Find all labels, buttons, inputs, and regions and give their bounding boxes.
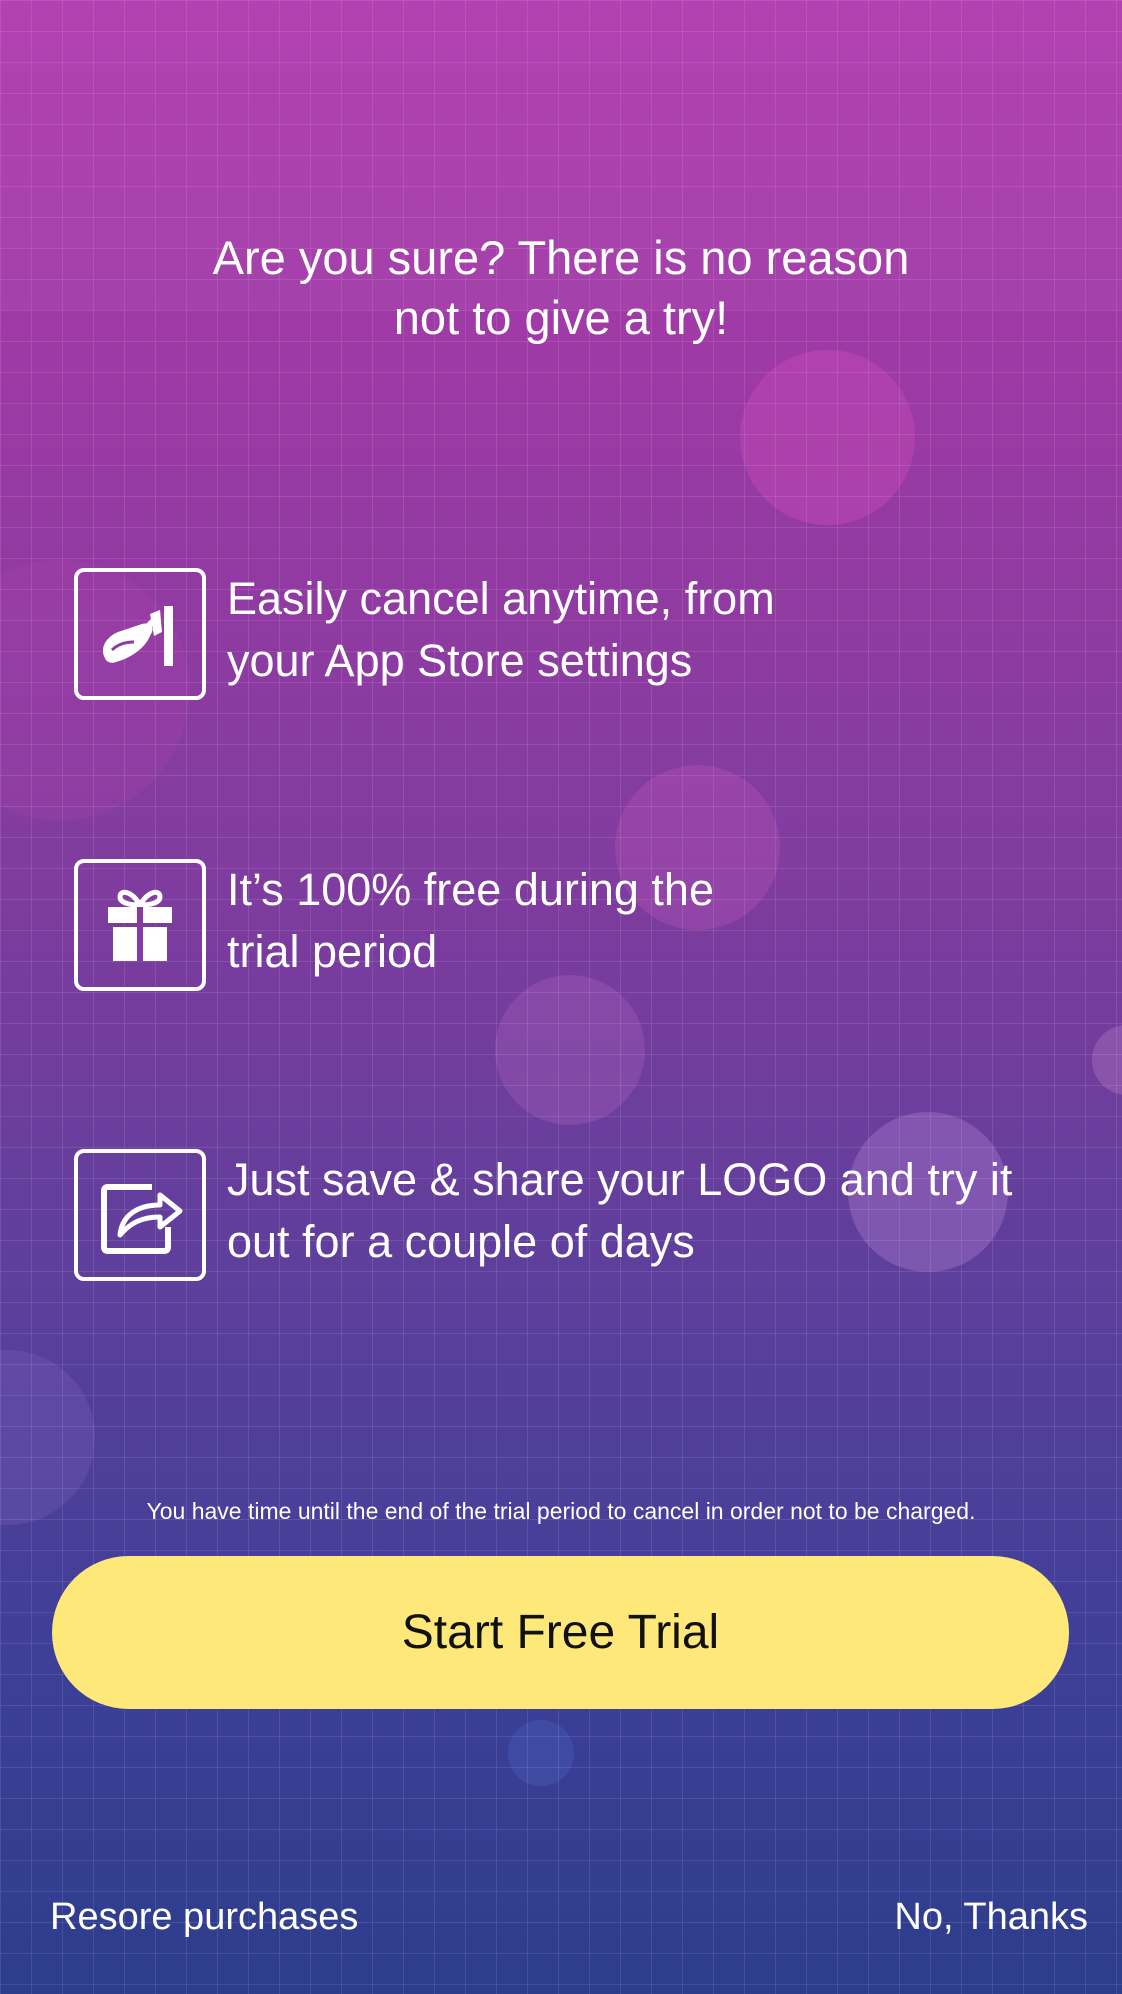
background-bokeh: [495, 975, 645, 1125]
feature-text: Just save & share your LOGO and try it o…: [227, 1149, 1012, 1273]
gift-icon: [74, 859, 206, 991]
feature-text: It’s 100% free during the trial period: [227, 859, 714, 983]
title-line-2: not to give a try!: [393, 291, 729, 344]
feature-line-2: out for a couple of days: [227, 1216, 695, 1267]
trial-disclaimer: You have time until the end of the trial…: [146, 1498, 976, 1524]
restore-purchases-link[interactable]: Resore purchases: [50, 1896, 358, 1939]
background-bokeh: [1092, 1025, 1122, 1095]
feature-line-1: It’s 100% free during the: [227, 864, 714, 915]
feature-line-2: your App Store settings: [227, 635, 693, 686]
page-title: Are you sure? There is no reason not to …: [0, 228, 1122, 348]
feature-cancel-anytime: Easily cancel anytime, from your App Sto…: [74, 568, 1074, 700]
feature-free-trial: It’s 100% free during the trial period: [74, 859, 1074, 991]
feature-line-1: Easily cancel anytime, from: [227, 573, 775, 624]
title-line-1: Are you sure? There is no reason: [212, 231, 910, 284]
no-thanks-link[interactable]: No, Thanks: [894, 1896, 1088, 1939]
feature-line-1: Just save & share your LOGO and try it: [227, 1154, 1013, 1205]
start-free-trial-button[interactable]: Start Free Trial: [52, 1556, 1069, 1709]
hand-cancel-icon: [74, 568, 206, 700]
paywall-screen: Are you sure? There is no reason not to …: [0, 0, 1122, 1994]
background-bokeh: [508, 1720, 574, 1786]
feature-line-2: trial period: [227, 926, 438, 977]
share-icon: [74, 1149, 206, 1281]
feature-save-share: Just save & share your LOGO and try it o…: [74, 1149, 1074, 1281]
background-bokeh: [740, 350, 915, 525]
feature-text: Easily cancel anytime, from your App Sto…: [227, 568, 775, 692]
